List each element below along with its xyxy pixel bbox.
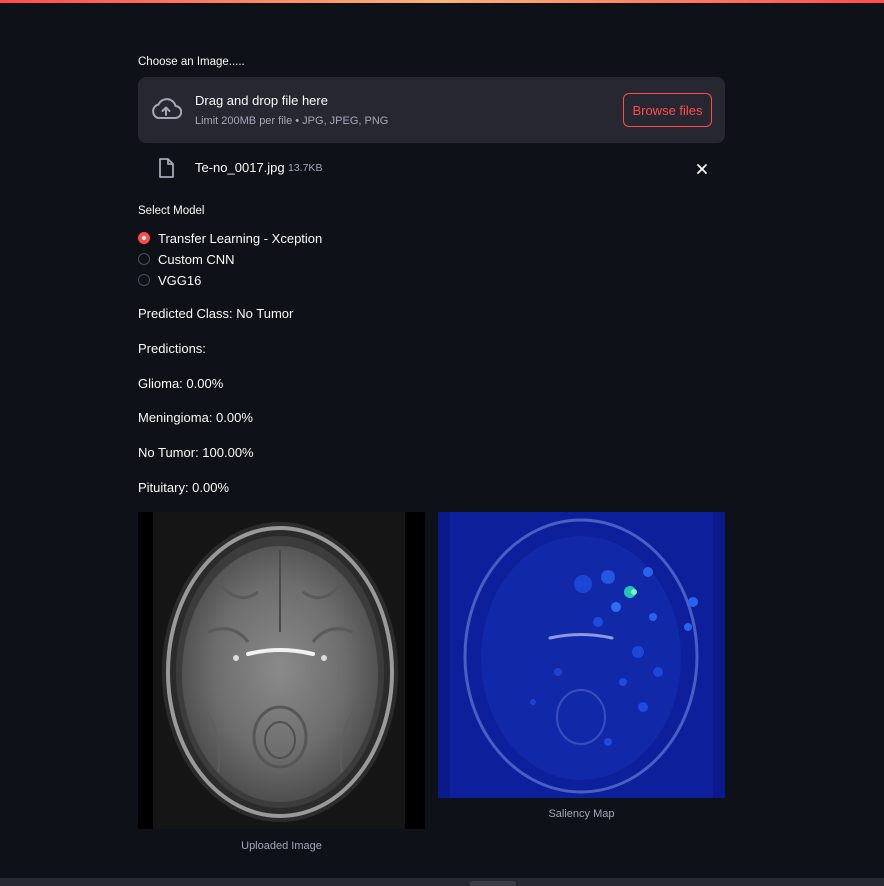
dropzone-title: Drag and drop file here bbox=[195, 93, 328, 108]
cloud-upload-icon bbox=[152, 98, 182, 119]
radio-selected-icon[interactable] bbox=[138, 232, 150, 244]
uploaded-file-name: Te-no_0017.jpg bbox=[195, 160, 285, 175]
prediction-meningioma: Meningioma: 0.00% bbox=[138, 410, 253, 425]
radio-option-custom-cnn[interactable]: Custom CNN bbox=[138, 250, 235, 268]
radio-option-label: Transfer Learning - Xception bbox=[158, 230, 323, 246]
file-uploader-label: Choose an Image..... bbox=[138, 56, 245, 68]
radio-option-label: Custom CNN bbox=[158, 251, 235, 267]
file-dropzone[interactable]: Drag and drop file here Limit 200MB per … bbox=[138, 77, 725, 143]
prediction-no-tumor: No Tumor: 100.00% bbox=[138, 445, 254, 460]
radio-option-vgg16[interactable]: VGG16 bbox=[138, 271, 201, 289]
prediction-glioma: Glioma: 0.00% bbox=[138, 376, 224, 391]
close-icon[interactable] bbox=[694, 161, 710, 177]
radio-unselected-icon[interactable] bbox=[138, 274, 150, 286]
uploaded-mri-image bbox=[138, 512, 425, 829]
predicted-class-text: Predicted Class: No Tumor bbox=[138, 306, 294, 321]
saliency-map-caption: Saliency Map bbox=[548, 808, 615, 820]
model-select-label: Select Model bbox=[138, 205, 205, 217]
radio-unselected-icon[interactable] bbox=[138, 253, 150, 265]
browse-files-button[interactable]: Browse files bbox=[623, 93, 712, 127]
bottom-scrollbar[interactable] bbox=[0, 878, 884, 886]
top-decoration-bar bbox=[0, 0, 884, 3]
radio-option-label: VGG16 bbox=[158, 272, 202, 288]
uploaded-image-caption: Uploaded Image bbox=[241, 840, 322, 852]
file-icon bbox=[159, 158, 174, 178]
radio-option-xception[interactable]: Transfer Learning - Xception bbox=[138, 229, 322, 247]
saliency-map-image bbox=[438, 512, 725, 798]
uploaded-file-row: Te-no_0017.jpg 13.7KB bbox=[138, 152, 725, 186]
uploaded-file-size: 13.7KB bbox=[288, 162, 323, 174]
prediction-pituitary: Pituitary: 0.00% bbox=[138, 480, 230, 495]
predictions-heading: Predictions: bbox=[138, 341, 206, 356]
scrollbar-thumb[interactable] bbox=[470, 881, 516, 886]
dropzone-limit-text: Limit 200MB per file • JPG, JPEG, PNG bbox=[195, 115, 389, 127]
